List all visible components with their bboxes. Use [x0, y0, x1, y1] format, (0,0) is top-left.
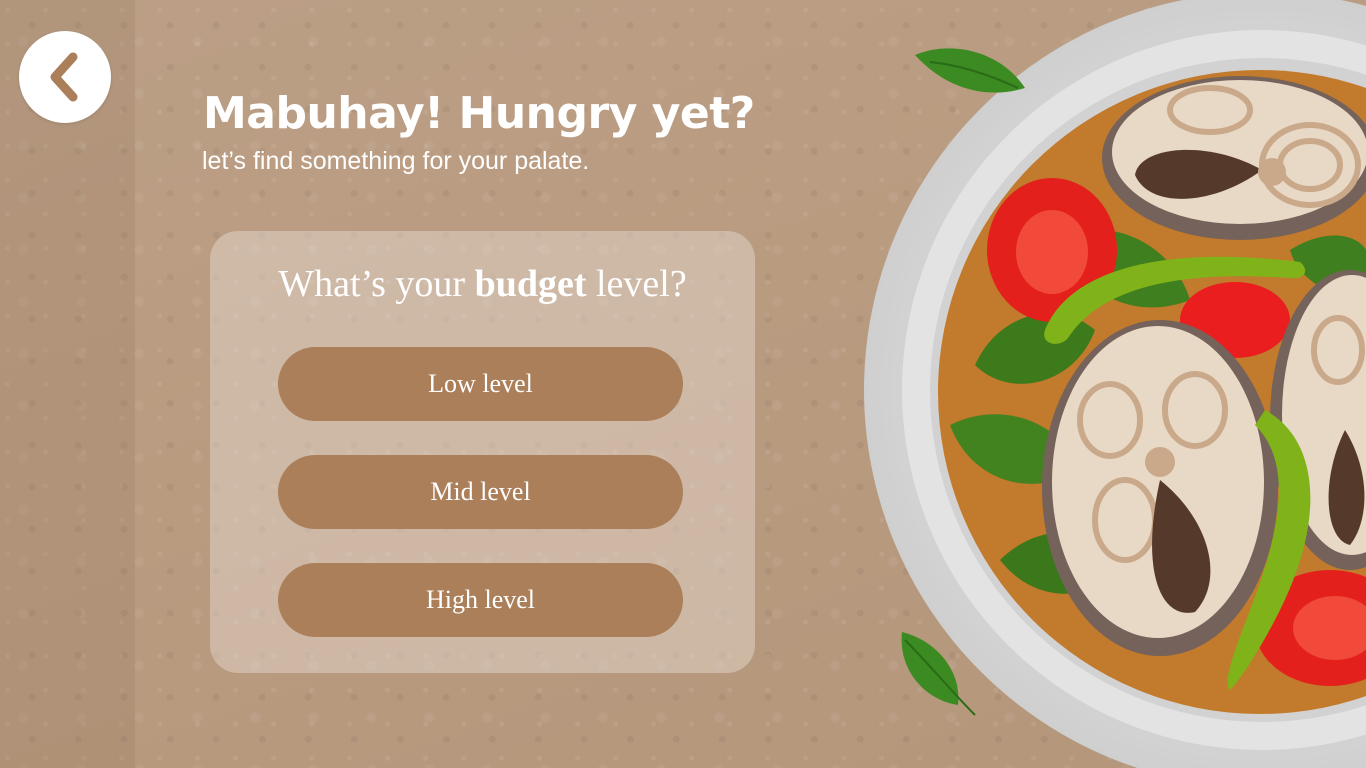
mid-level-label: Mid level: [430, 477, 531, 506]
high-level-button[interactable]: High level: [278, 563, 683, 637]
green-chili-icon: [1044, 256, 1311, 690]
low-level-button[interactable]: Low level: [278, 347, 683, 421]
page-subtitle: let’s find something for your palate.: [202, 147, 590, 175]
tomato-icon: [987, 178, 1366, 686]
back-button[interactable]: [19, 31, 111, 123]
plate-icon: [864, 0, 1366, 768]
high-level-label: High level: [425, 585, 536, 614]
question-prefix: What’s your: [278, 263, 466, 305]
leaf-icon: [915, 48, 1025, 93]
low-level-label: Low level: [428, 369, 533, 398]
fish-steak-icon: [1102, 76, 1366, 240]
chevron-left-icon: [50, 52, 78, 102]
leaf-icon: [901, 632, 976, 716]
fish-steak-icon: [1042, 320, 1278, 656]
question-suffix: level?: [596, 263, 687, 305]
leaf-icon: [950, 229, 1366, 594]
mid-level-button[interactable]: Mid level: [278, 455, 683, 529]
fish-steak-icon: [1270, 270, 1366, 570]
budget-question: What’s your budget level?: [210, 262, 755, 306]
question-emphasis: budget: [474, 263, 587, 305]
page-title: Mabuhay! Hungry yet?: [203, 88, 755, 139]
